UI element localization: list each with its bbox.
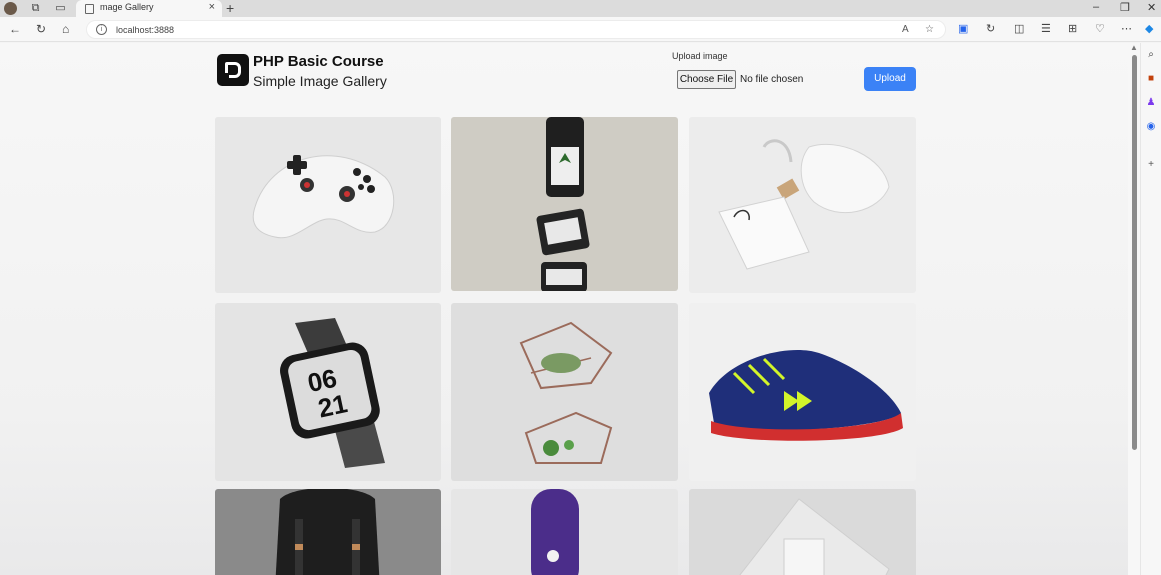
gallery-image-cosmetic-box[interactable] <box>689 489 916 575</box>
gallery-image-planters[interactable] <box>451 303 678 481</box>
close-tab-icon[interactable]: × <box>209 1 215 13</box>
refresh-icon[interactable]: ↻ <box>36 22 46 36</box>
tab-image-gallery[interactable]: mage Gallery × <box>76 0 222 17</box>
scroll-thumb[interactable] <box>1132 55 1137 450</box>
close-window-icon[interactable]: ✕ <box>1147 1 1156 14</box>
favorite-star-icon[interactable]: ☆ <box>925 24 934 35</box>
collections-icon[interactable]: ⊞ <box>1068 22 1077 35</box>
page-favicon-icon <box>85 4 94 14</box>
site-info-icon[interactable]: i <box>96 24 107 35</box>
course-logo <box>217 54 249 86</box>
scroll-up-arrow-icon[interactable]: ▲ <box>1130 43 1138 52</box>
gallery-image-backpack[interactable] <box>215 489 441 575</box>
gallery-image-serum-bottles[interactable] <box>451 117 678 291</box>
gallery-image-cotton-pouch[interactable] <box>689 117 916 293</box>
page-title: PHP Basic Course <box>253 53 384 70</box>
read-aloud-icon[interactable]: A <box>902 24 909 35</box>
workspaces-icon[interactable]: ⧉ <box>29 2 42 15</box>
address-bar[interactable]: i localhost:3888 A ☆ <box>86 20 946 39</box>
page-scrollbar[interactable]: ▲ <box>1128 43 1140 575</box>
split-screen-icon[interactable]: ◫ <box>1014 22 1024 35</box>
gallery-image-controller[interactable] <box>215 117 441 293</box>
browser-tab-strip: ⧉ ▭ mage Gallery × + – ❐ ✕ <box>0 0 1161 17</box>
file-status-text: No file chosen <box>740 74 804 85</box>
page-subtitle: Simple Image Gallery <box>253 73 387 89</box>
svg-text:21: 21 <box>315 388 350 423</box>
tab-title: mage Gallery <box>100 2 154 12</box>
restore-icon[interactable]: ❐ <box>1120 1 1130 14</box>
tab-actions-icon[interactable]: ▭ <box>54 2 67 15</box>
favorites-icon[interactable]: ☰ <box>1041 22 1051 35</box>
logo-p-icon <box>225 62 241 81</box>
sync-icon[interactable]: ↻ <box>986 22 995 35</box>
address-text[interactable]: localhost:3888 <box>116 25 174 35</box>
more-options-icon[interactable]: ⋯ <box>1121 22 1132 35</box>
browser-essentials-icon[interactable]: ♡ <box>1095 22 1105 35</box>
gallery-image-smartwatch[interactable]: 06 21 <box>215 303 441 481</box>
sidebar-games-icon[interactable]: ♟ <box>1145 97 1157 109</box>
extension-icon[interactable]: ▣ <box>958 22 968 35</box>
sidebar-search-icon[interactable]: ⌕ <box>1145 49 1157 61</box>
web-page: PHP Basic Course Simple Image Gallery Up… <box>0 43 1128 575</box>
minimize-icon[interactable]: – <box>1093 1 1099 13</box>
gallery-image-shoe[interactable] <box>689 303 916 481</box>
upload-label: Upload image <box>672 51 728 61</box>
sidebar-add-icon[interactable]: + <box>1145 159 1157 171</box>
copilot-icon[interactable]: ◆ <box>1145 22 1153 35</box>
profile-avatar[interactable] <box>4 2 17 15</box>
gallery-image-hair-dryer[interactable] <box>451 489 678 575</box>
back-icon[interactable]: ← <box>9 22 21 36</box>
upload-button[interactable]: Upload <box>864 67 916 91</box>
sidebar-office-icon[interactable]: ◉ <box>1145 121 1157 133</box>
browser-toolbar: ← ↻ ⌂ i localhost:3888 A ☆ ▣ ↻ ◫ ☰ ⊞ ♡ ⋯… <box>0 17 1161 42</box>
browser-sidebar: ⌕ ■ ♟ ◉ + <box>1140 43 1161 575</box>
new-tab-icon[interactable]: + <box>226 0 234 16</box>
home-icon[interactable]: ⌂ <box>62 22 69 36</box>
choose-file-button[interactable]: Choose File <box>677 70 736 89</box>
sidebar-tools-icon[interactable]: ■ <box>1145 73 1157 85</box>
